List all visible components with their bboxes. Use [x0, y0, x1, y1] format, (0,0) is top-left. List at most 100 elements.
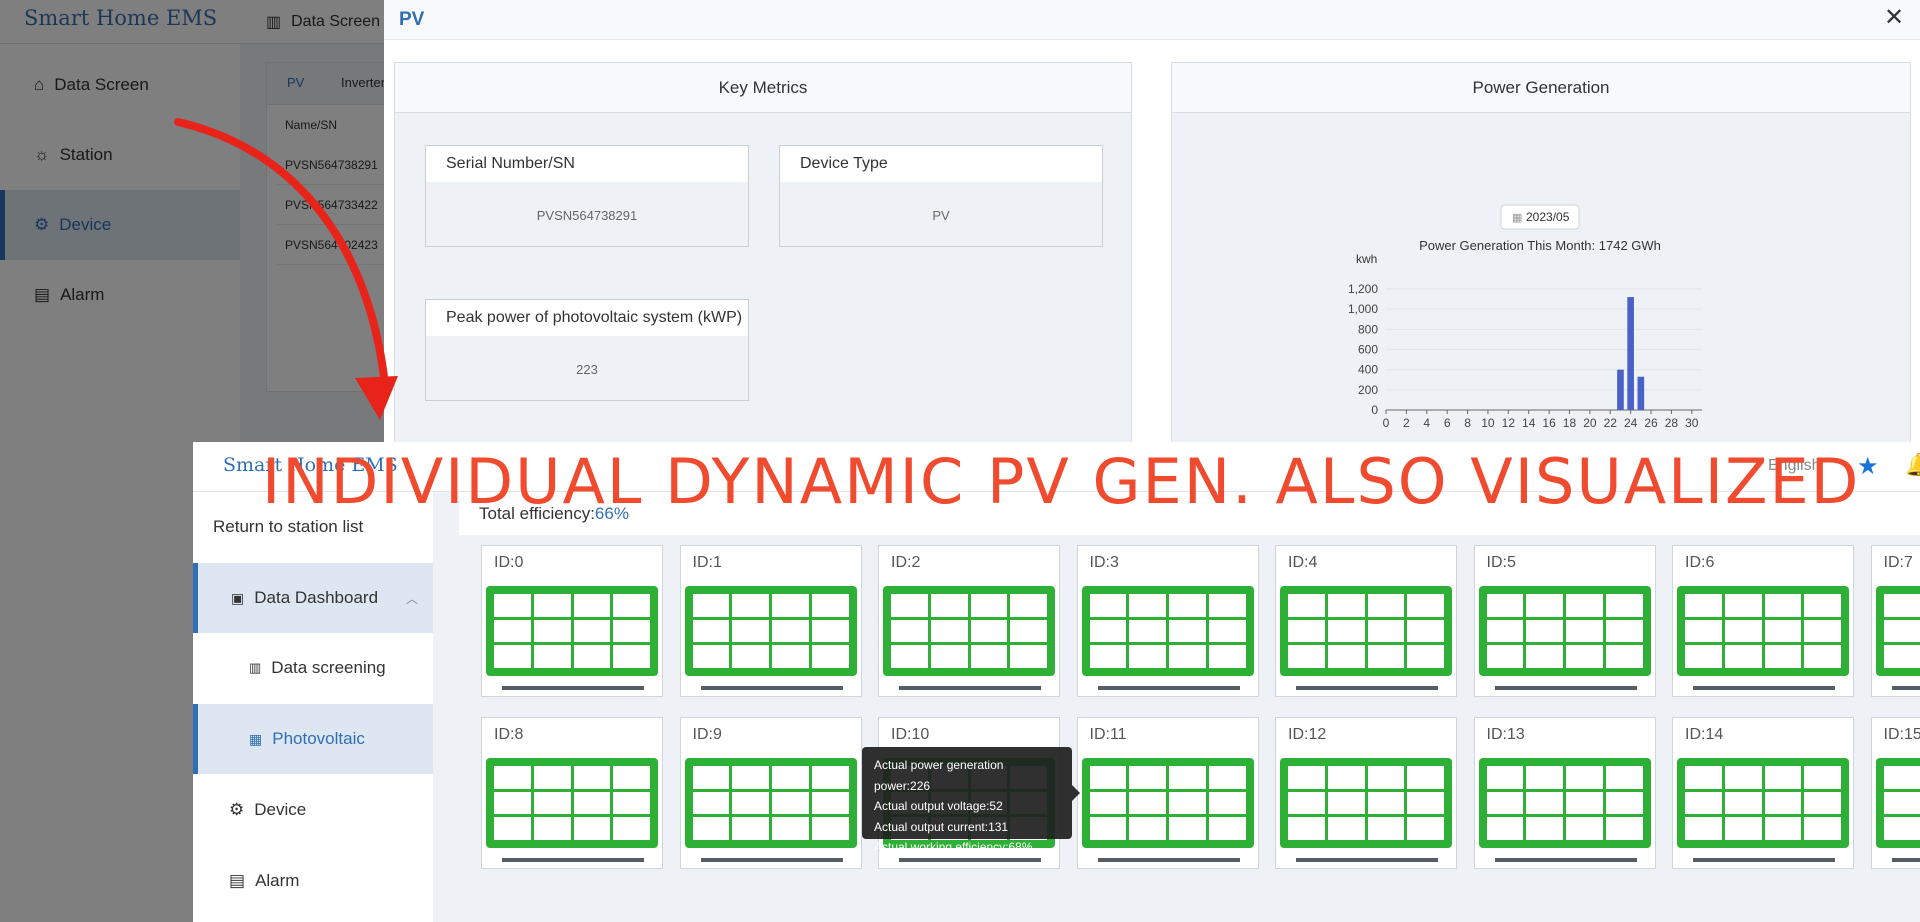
pv-module-card[interactable]: ID:15 — [1870, 717, 1920, 869]
x-tick-label: 8 — [1464, 416, 1471, 430]
module-status-bar — [1891, 686, 1920, 690]
x-tick-label: 0 — [1383, 416, 1390, 430]
solar-panel-icon — [1081, 586, 1254, 676]
sidebar-item-alarm[interactable]: ▤ Alarm — [193, 846, 433, 916]
card-label: Device Type — [780, 146, 1102, 182]
module-id: ID:8 — [494, 726, 524, 743]
close-icon[interactable]: ✕ — [1884, 4, 1904, 32]
card-label: Serial Number/SN — [426, 146, 748, 182]
module-grid: ID:0 ID:1 ID:2 ID:3 ID:4 ID:5 ID:6 ID:7 ID:8 ID:9… — [459, 535, 1920, 922]
bar-day-25 — [1637, 376, 1645, 410]
bar-day-24 — [1627, 297, 1634, 410]
module-id: ID:9 — [692, 726, 722, 743]
foreground-sidebar: Return to station list ▣ Data Dashboard … — [193, 492, 433, 922]
x-tick-label: 2 — [1403, 416, 1410, 430]
x-tick-label: 24 — [1624, 416, 1638, 430]
module-id: ID:12 — [1288, 726, 1327, 743]
x-tick-label: 6 — [1444, 416, 1451, 430]
tooltip-line: Actual working efficiency:68% — [874, 840, 1033, 854]
device-type-card: Device Type PV — [779, 145, 1103, 247]
module-id: ID:0 — [494, 554, 524, 571]
module-id: ID:10 — [891, 726, 930, 743]
dashboard-icon: ▣ — [231, 589, 245, 606]
solar-panel-icon — [486, 586, 658, 676]
module-status-bar — [1693, 686, 1835, 690]
module-id: ID:7 — [1883, 554, 1913, 571]
module-id: ID:5 — [1486, 554, 1516, 571]
pv-module-card[interactable]: ID:14 — [1672, 717, 1854, 869]
solar-panel-icon — [1280, 586, 1452, 676]
solar-panel-icon — [486, 758, 658, 848]
pv-module-card[interactable]: ID:8 — [481, 717, 663, 869]
bar-day-23 — [1617, 369, 1624, 410]
y-axis-unit: kwh — [1356, 252, 1377, 266]
module-status-bar — [1097, 858, 1240, 862]
module-status-bar — [1097, 686, 1240, 690]
chart-title: Power Generation This Month: 1742 GWh — [1419, 238, 1661, 253]
sidebar-item-device[interactable]: ⚙ Device — [193, 775, 433, 845]
solar-panel-icon — [883, 586, 1055, 676]
card-value: 223 — [576, 361, 598, 377]
pv-module-card[interactable]: ID:5 — [1473, 545, 1656, 697]
module-id: ID:3 — [1089, 554, 1119, 571]
sidebar-item-label: Data screening — [271, 658, 386, 677]
screenshot-stage: Smart Home EMS ▥ Data Screen ⌂ Data Scre… — [0, 0, 1920, 922]
gear-icon: ⚙ — [229, 800, 245, 819]
module-status-bar — [1296, 686, 1438, 690]
y-tick-label: 600 — [1358, 343, 1378, 357]
pv-module-card[interactable]: ID:6 — [1672, 545, 1854, 697]
module-id: ID:2 — [891, 554, 921, 571]
y-tick-label: 800 — [1358, 322, 1378, 336]
solar-panel-icon — [1677, 758, 1849, 848]
solar-panel-icon — [684, 586, 857, 676]
panel-title: Power Generation — [1172, 63, 1910, 113]
sidebar-item-data-dashboard[interactable]: ▣ Data Dashboard ︿ — [193, 563, 433, 633]
module-status-bar — [899, 686, 1041, 690]
pv-module-card[interactable]: ID:13 — [1473, 717, 1656, 869]
module-status-bar — [899, 858, 1041, 862]
solar-panel-icon — [1875, 586, 1920, 676]
red-arrow-icon — [174, 118, 398, 420]
bell-icon[interactable]: 🔔 — [1905, 452, 1920, 478]
module-id: ID:6 — [1685, 554, 1715, 571]
sidebar-item-data-screening[interactable]: ▥ Data screening — [193, 633, 433, 703]
calendar-icon: ▦ — [1512, 211, 1522, 224]
pv-module-card[interactable]: ID:9 — [679, 717, 862, 869]
x-tick-label: 20 — [1583, 416, 1597, 430]
sidebar-item-label: Photovoltaic — [272, 729, 365, 748]
pv-module-card[interactable]: ID:3 — [1076, 545, 1259, 697]
pv-module-card[interactable]: ID:11 — [1076, 717, 1259, 869]
module-id: ID:14 — [1685, 726, 1724, 743]
tooltip-line: Actual output current:131 — [874, 819, 1009, 834]
sidebar-item-photovoltaic[interactable]: ▦ Photovoltaic — [193, 704, 433, 774]
power-generation-chart: ▦ 2023/05 Power Generation This Month: 174… — [1348, 204, 1702, 430]
module-id: ID:15 — [1883, 726, 1920, 743]
solar-panel-icon: ▦ — [249, 730, 263, 747]
power-generation-panel: Power Generation ▦ 2023/05 Power Generatio… — [1171, 62, 1911, 450]
module-status-bar — [1693, 858, 1835, 862]
module-status-bar — [700, 858, 843, 862]
annotation-banner: INDIVIDUAL DYNAMIC PV GEN. ALSO VISUALIZ… — [262, 445, 1861, 518]
module-id: ID:4 — [1288, 554, 1318, 571]
module-tooltip: Actual power generation power:226 Actual… — [862, 747, 1080, 854]
card-value: PV — [932, 207, 950, 223]
solar-panel-icon — [1478, 586, 1651, 676]
x-tick-label: 28 — [1665, 416, 1679, 430]
pv-module-card[interactable]: ID:12 — [1275, 717, 1457, 869]
x-tick-label: 16 — [1542, 416, 1556, 430]
panel-title: Key Metrics — [395, 63, 1131, 113]
x-tick-label: 26 — [1644, 416, 1658, 430]
pv-module-card[interactable]: ID:7 — [1870, 545, 1920, 697]
pv-module-card[interactable]: ID:4 — [1275, 545, 1457, 697]
pv-module-card[interactable]: ID:0 — [481, 545, 663, 697]
solar-panel-icon — [684, 758, 857, 848]
card-label: Peak power of photovoltaic system (kWP) — [426, 300, 748, 336]
y-tick-label: 200 — [1358, 383, 1378, 397]
solar-panel-icon — [1081, 758, 1254, 848]
module-status-bar — [502, 686, 644, 690]
sidebar-item-label: Alarm — [255, 871, 300, 890]
pv-module-card[interactable]: ID:1 — [679, 545, 862, 697]
pv-module-card[interactable]: ID:2 — [878, 545, 1060, 697]
x-tick-label: 4 — [1423, 416, 1430, 430]
x-tick-label: 30 — [1685, 416, 1699, 430]
